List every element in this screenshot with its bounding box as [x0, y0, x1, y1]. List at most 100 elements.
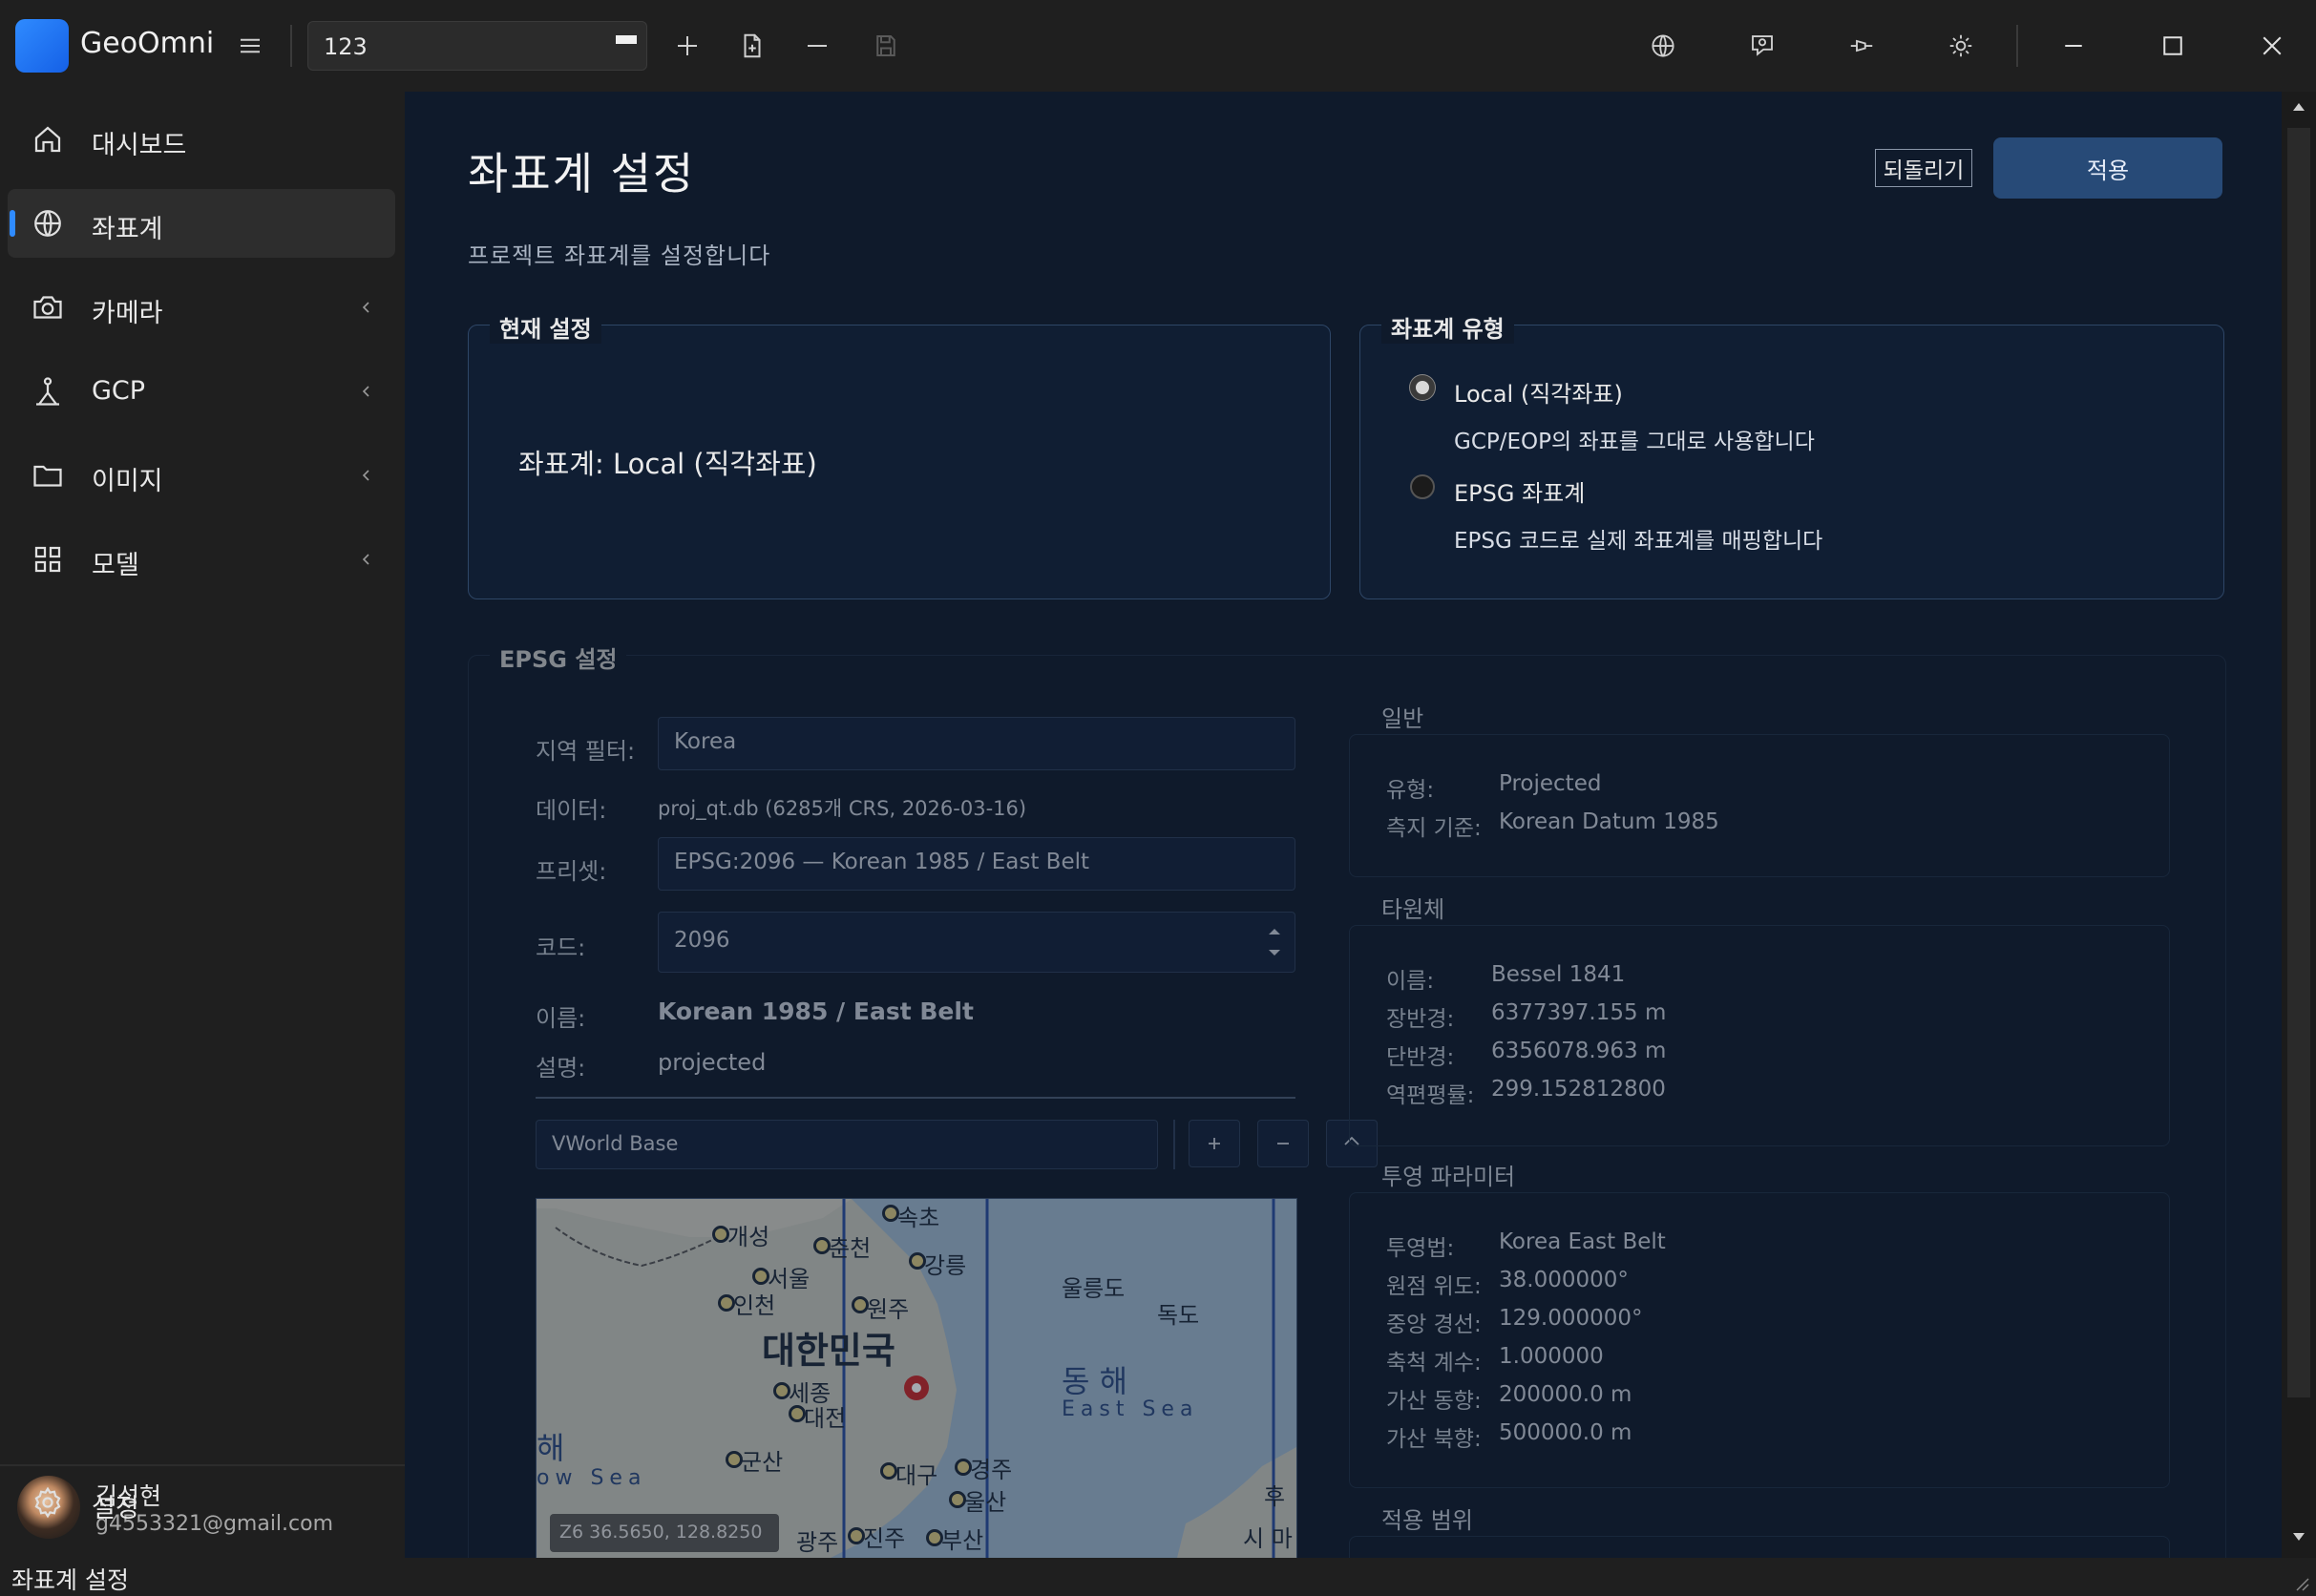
- semi-major-label: 장반경:: [1386, 1007, 1455, 1032]
- map-label: 광주: [796, 1529, 839, 1556]
- scroll-up-arrow-icon[interactable]: [2289, 97, 2308, 116]
- zoom-out-button[interactable]: [1257, 1120, 1309, 1167]
- map-label: 대구: [895, 1462, 938, 1489]
- add-project-icon[interactable]: [666, 25, 708, 67]
- project-select[interactable]: 123: [307, 21, 647, 71]
- group-legend: EPSG 설정: [490, 640, 627, 674]
- save-icon[interactable]: [865, 25, 907, 67]
- zoom-in-button[interactable]: [1189, 1120, 1240, 1167]
- minimize-window-icon[interactable]: [2053, 25, 2095, 67]
- preset-label: 프리셋:: [536, 858, 607, 885]
- map-label: 원주: [867, 1296, 910, 1323]
- origin-lat-value: 38.000000°: [1499, 1268, 1629, 1292]
- current-settings-group: 현재 설정 좌표계: Local (직각좌표): [468, 310, 1331, 599]
- folder-icon: [33, 465, 62, 487]
- gear-icon: [34, 1486, 61, 1519]
- active-indicator: [10, 210, 15, 237]
- type-value: Projected: [1499, 771, 1602, 796]
- scale-factor-value: 1.000000: [1499, 1344, 1604, 1369]
- map-label: 대전: [804, 1405, 847, 1432]
- map-view[interactable]: 개성 춘천 속초 서울 강릉 인천 원주 울릉도 독도 대한민국 세종 대전 동…: [536, 1198, 1297, 1558]
- radio-epsg-label[interactable]: EPSG 좌표계: [1454, 474, 1585, 508]
- code-spinbox[interactable]: 2096: [658, 912, 1295, 973]
- map-label: 강릉: [924, 1252, 967, 1279]
- projection-title: 투영 파라미터: [1381, 1164, 1516, 1190]
- map-label: 진주: [863, 1525, 906, 1552]
- sidebar-item-label: 이미지: [92, 467, 163, 496]
- sidebar-item-label: GCP: [92, 376, 146, 406]
- window-controls-divider: [2016, 25, 2018, 67]
- epsg-settings-group: EPSG 설정 지역 필터: Korea 데이터: proj_qt.db (62…: [468, 640, 2226, 1558]
- preset-select[interactable]: EPSG:2096 — Korean 1985 / East Belt: [658, 837, 1295, 891]
- page-subtitle: 프로젝트 좌표계를 설정합니다: [468, 242, 771, 269]
- ellipsoid-group: 이름: Bessel 1841 장반경: 6377397.155 m 단반경: …: [1349, 925, 2170, 1146]
- resize-grip-icon[interactable]: [2287, 1569, 2310, 1592]
- sidebar-item-gcp[interactable]: GCP: [8, 357, 395, 426]
- feedback-icon[interactable]: [1741, 25, 1783, 67]
- remove-project-icon[interactable]: [796, 25, 838, 67]
- map-label: 경주: [970, 1457, 1013, 1483]
- hamburger-menu-icon[interactable]: [229, 25, 271, 67]
- settings-label: 설정: [92, 1494, 139, 1523]
- grid-icon: [34, 546, 61, 573]
- sidebar-divider: [0, 1464, 405, 1466]
- map-coords-badge: Z6 36.5650, 128.8250: [550, 1514, 779, 1552]
- maximize-window-icon[interactable]: [2152, 25, 2194, 67]
- map-label: 독도: [1157, 1302, 1200, 1329]
- pin-icon[interactable]: [1841, 25, 1883, 67]
- project-select-value: 123: [324, 33, 368, 60]
- new-file-icon[interactable]: [731, 25, 773, 67]
- sidebar-item-label: 모델: [92, 551, 139, 580]
- apply-button[interactable]: 적용: [1993, 137, 2222, 199]
- type-label: 유형:: [1386, 778, 1435, 803]
- map-label: 울산: [964, 1489, 1007, 1516]
- sidebar-item-camera[interactable]: 카메라: [8, 273, 395, 342]
- sidebar: 대시보드 좌표계 카메라 GCP 이미지 모델 김성현 g4553321@gma…: [0, 92, 405, 1558]
- content-scrollbar[interactable]: [2282, 92, 2316, 1558]
- code-label: 코드:: [536, 934, 586, 961]
- inverse-flattening-value: 299.152812800: [1491, 1077, 1666, 1102]
- false-easting-label: 가산 동향:: [1386, 1389, 1482, 1414]
- semi-major-value: 6377397.155 m: [1491, 1000, 1667, 1025]
- main-content: 좌표계 설정 프로젝트 좌표계를 설정합니다 되돌리기 적용 현재 설정 좌표계…: [405, 92, 2282, 1558]
- central-meridian-label: 중앙 경선:: [1386, 1312, 1482, 1337]
- false-northing-label: 가산 북향:: [1386, 1427, 1482, 1452]
- sidebar-item-images[interactable]: 이미지: [8, 441, 395, 510]
- radio-local[interactable]: [1410, 375, 1435, 400]
- spin-arrows-icon[interactable]: [1265, 919, 1284, 965]
- radio-epsg[interactable]: [1410, 474, 1435, 499]
- group-legend: 현재 설정: [490, 310, 601, 344]
- map-label-sea-west-en: ow Sea: [537, 1466, 647, 1490]
- region-filter-input[interactable]: Korea: [658, 717, 1295, 770]
- map-label: 개성: [727, 1224, 770, 1250]
- radio-local-label[interactable]: Local (직각좌표): [1454, 375, 1623, 409]
- close-window-icon[interactable]: [2251, 25, 2293, 67]
- sidebar-item-dashboard[interactable]: 대시보드: [8, 105, 395, 174]
- inverse-flattening-label: 역편평률:: [1386, 1083, 1475, 1108]
- ellipsoid-name-value: Bessel 1841: [1491, 962, 1626, 987]
- description-label: 설명:: [536, 1055, 586, 1082]
- sidebar-item-crs[interactable]: 좌표계: [8, 189, 395, 258]
- toolbar-divider: [290, 25, 292, 67]
- home-icon: [34, 126, 61, 153]
- map-label: 군산: [741, 1449, 784, 1476]
- camera-icon: [33, 296, 62, 319]
- basemap-select[interactable]: VWorld Base: [536, 1120, 1158, 1169]
- description-value: projected: [658, 1049, 767, 1076]
- survey-marker-icon: [36, 377, 59, 406]
- theme-sun-icon[interactable]: [1940, 25, 1982, 67]
- map-label-sea-en: East Sea: [1062, 1397, 1199, 1421]
- crs-type-group: 좌표계 유형 Local (직각좌표) GCP/EOP의 좌표를 그대로 사용합…: [1359, 310, 2224, 599]
- name-value: Korean 1985 / East Belt: [658, 998, 974, 1025]
- sidebar-item-label: 좌표계: [92, 215, 163, 244]
- map-toolbar-divider: [1173, 1120, 1175, 1169]
- scrollbar-thumb[interactable]: [2287, 128, 2310, 1397]
- scope-title: 적용 범위: [1381, 1507, 1473, 1534]
- globe-icon[interactable]: [1642, 25, 1684, 67]
- sidebar-item-label: 카메라: [92, 299, 163, 328]
- group-legend: 좌표계 유형: [1381, 310, 1514, 344]
- scroll-down-arrow-icon[interactable]: [2289, 1527, 2308, 1546]
- sidebar-item-settings[interactable]: 설정: [8, 1470, 395, 1537]
- revert-button[interactable]: 되돌리기: [1875, 149, 1972, 187]
- sidebar-item-models[interactable]: 모델: [8, 525, 395, 594]
